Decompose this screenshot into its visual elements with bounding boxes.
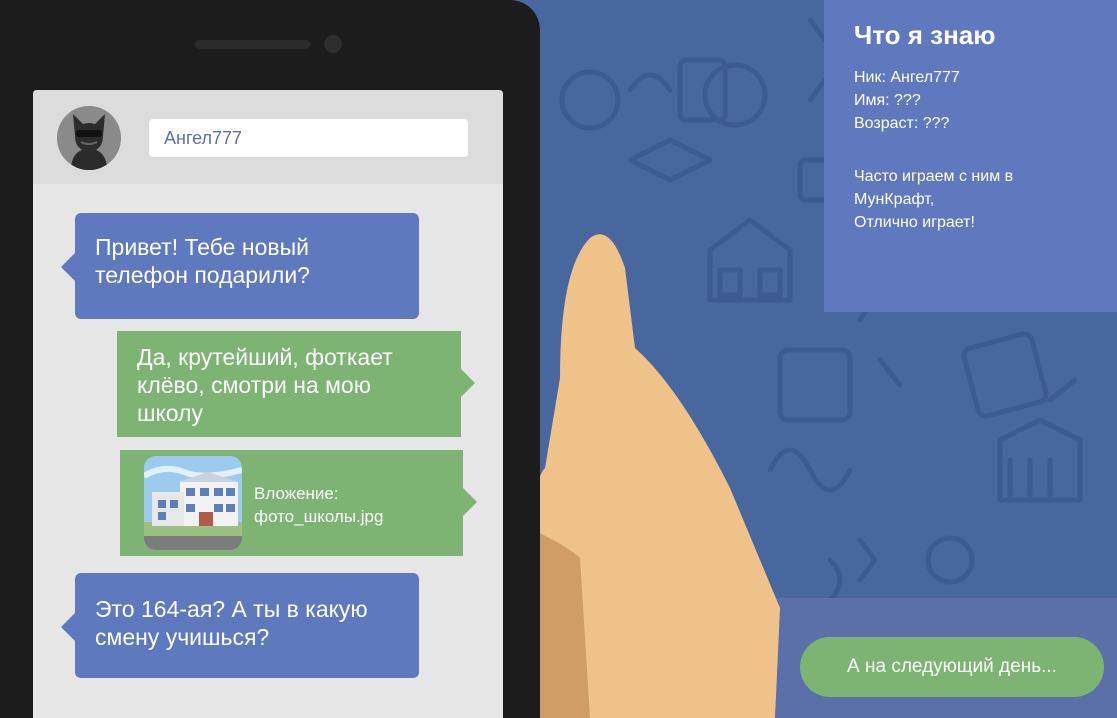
hand-illustration bbox=[530, 228, 830, 718]
info-name: Имя: ??? bbox=[854, 92, 921, 109]
phone-speaker bbox=[195, 40, 310, 49]
info-age: Возраст: ??? bbox=[854, 115, 950, 132]
school-photo-thumbnail[interactable] bbox=[144, 456, 242, 550]
knowledge-panel: Что я знаю Ник: Ангел777 Имя: ??? Возрас… bbox=[824, 0, 1117, 312]
message-bubble-outgoing: Да, крутейший, фоткает клёво, смотри на … bbox=[117, 331, 475, 437]
info-note-line: Часто играем с ним в bbox=[854, 168, 1014, 185]
phone-frame: Ангел777 Привет! Тебе новый телефон пода… bbox=[0, 0, 540, 718]
info-note-line: Отлично играет! bbox=[854, 214, 975, 231]
chat-header: Ангел777 bbox=[33, 90, 503, 184]
masked-cat-avatar-icon bbox=[57, 106, 121, 170]
panel-title: Что я знаю bbox=[854, 20, 996, 50]
message-bubble-incoming: Привет! Тебе новый телефон подарили? bbox=[61, 213, 419, 319]
attachment-bubble[interactable]: Вложение: фото_школы.jpg bbox=[120, 450, 477, 556]
chat-screen: Ангел777 Привет! Тебе новый телефон пода… bbox=[33, 90, 503, 718]
info-nick: Ник: Ангел777 bbox=[854, 69, 960, 86]
phone-camera bbox=[324, 35, 342, 53]
next-day-button[interactable]: А на следующий день... bbox=[800, 637, 1104, 697]
contact-name-field: Ангел777 bbox=[149, 119, 468, 157]
info-note-line: МунКрафт, bbox=[854, 191, 935, 208]
attachment-label: Вложение: фото_школы.jpg bbox=[254, 484, 384, 526]
message-bubble-incoming: Это 164-ая? А ты в какую смену учишься? bbox=[61, 573, 419, 678]
